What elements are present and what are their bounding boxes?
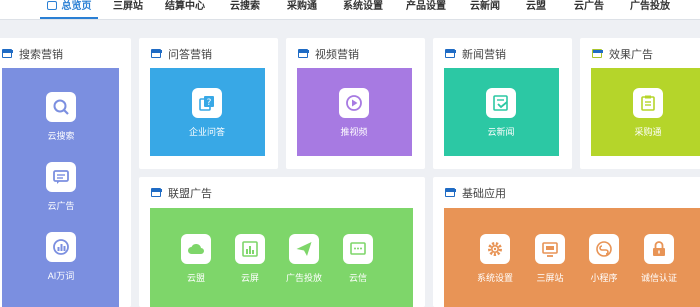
tile-label: 诚信认证 [640, 273, 677, 283]
tile-enterprise-qa[interactable]: ? 企业问答 [172, 88, 242, 138]
nav-item-label: 产品设置 [406, 1, 446, 12]
nav-item-three-screen[interactable]: 三屏站 [113, 0, 143, 19]
nav-item-cloud-alliance[interactable]: 云盟 [525, 0, 547, 19]
home-icon [46, 1, 57, 10]
tile-cloud-message[interactable]: 云信 [323, 234, 393, 284]
card-effect-ads: 效果广告 采购通 [580, 38, 700, 169]
card-title: 联盟广告 [168, 188, 212, 200]
card-header: 视频营销 [286, 38, 425, 68]
search-icon [46, 92, 76, 122]
card-header-icon [592, 49, 603, 58]
card-search-marketing: 搜索营销 云搜索 云广告 AI万词 [0, 38, 131, 307]
tile-ai-words[interactable]: AI万词 [26, 232, 96, 282]
card-title: 基础应用 [462, 188, 506, 200]
tile-label: 云广告 [47, 201, 75, 211]
play-icon [339, 88, 369, 118]
tile-cloud-search[interactable]: 云搜索 [26, 92, 96, 142]
nav-item-label: 广告投放 [630, 1, 670, 12]
nav-item-label: 结算中心 [165, 1, 205, 12]
card-title: 新闻营销 [462, 49, 506, 61]
nav-item-procurement[interactable]: 采购通 [287, 0, 317, 19]
card-qa-marketing: 问答营销 ? 企业问答 [139, 38, 278, 169]
svg-text:?: ? [207, 98, 212, 108]
card-news-marketing: 新闻营销 云新闻 [433, 38, 572, 169]
card-header: 效果广告 [580, 38, 700, 68]
nav-item-label: 云盟 [526, 1, 546, 12]
card-header: 联盟广告 [139, 177, 425, 207]
nav-item-label: 系统设置 [343, 1, 383, 12]
news-icon [486, 88, 516, 118]
card-title: 视频营销 [315, 49, 359, 61]
question-icon: ? [192, 88, 222, 118]
nav-item-label: 云搜索 [230, 1, 260, 12]
tile-label: 采购通 [634, 127, 662, 137]
search-panel: 云搜索 云广告 AI万词 [2, 68, 119, 307]
card-header: 基础应用 [433, 177, 700, 207]
card-header-icon [151, 188, 162, 197]
nav-item-label: 云新闻 [470, 1, 500, 12]
card-header-icon [298, 49, 309, 58]
nav-item-overview[interactable]: 总览页 [40, 0, 98, 19]
qa-panel: ? 企业问答 [150, 68, 265, 156]
card-header: 新闻营销 [433, 38, 572, 68]
tile-label: 云新闻 [487, 127, 515, 137]
card-alliance-ads: 联盟广告 云盟 云屏 广告投放 云信 [139, 177, 425, 307]
nav-item-system-settings[interactable]: 系统设置 [343, 0, 383, 19]
tile-label: 云搜索 [47, 131, 75, 141]
card-header: 问答营销 [139, 38, 278, 68]
card-title: 搜索营销 [19, 49, 63, 61]
card-header: 搜索营销 [0, 38, 131, 68]
nav-item-cloud-ads[interactable]: 云广告 [574, 0, 604, 19]
chat-icon [46, 162, 76, 192]
nav-item-label: 总览页 [61, 1, 92, 12]
lock-icon [644, 234, 674, 264]
card-title: 效果广告 [609, 49, 653, 61]
clipboard-icon [633, 88, 663, 118]
nav-item-settlement[interactable]: 结算中心 [165, 0, 205, 19]
tile-push-video[interactable]: 推视频 [319, 88, 389, 138]
effect-panel: 采购通 [591, 68, 700, 156]
nav-item-cloud-search[interactable]: 云搜索 [230, 0, 260, 19]
bar-chart-icon [46, 232, 76, 262]
card-header-icon [2, 49, 13, 58]
mini-program-icon [589, 234, 619, 264]
nav-item-cloud-news[interactable]: 云新闻 [470, 0, 500, 19]
tile-label: 企业问答 [188, 127, 225, 137]
video-panel: 推视频 [297, 68, 412, 156]
news-panel: 云新闻 [444, 68, 559, 156]
nav-item-label: 采购通 [287, 1, 317, 12]
cloud-icon [181, 234, 211, 264]
card-basic-apps: 基础应用 系统设置 三屏站 小程序 诚信认证 [433, 177, 700, 307]
nav-item-label: 云广告 [574, 1, 604, 12]
card-header-icon [445, 188, 456, 197]
alliance-panel: 云盟 云屏 广告投放 云信 [150, 208, 413, 307]
tile-integrity-cert[interactable]: 诚信认证 [624, 234, 694, 284]
message-icon [343, 234, 373, 264]
card-header-icon [445, 49, 456, 58]
tile-cloud-ads[interactable]: 云广告 [26, 162, 96, 212]
send-icon [289, 234, 319, 264]
monitor-icon [535, 234, 565, 264]
gear-icon [480, 234, 510, 264]
tile-procurement[interactable]: 采购通 [613, 88, 683, 138]
basic-panel: 系统设置 三屏站 小程序 诚信认证 [444, 208, 700, 307]
nav-item-label: 三屏站 [113, 1, 143, 12]
tile-cloud-news[interactable]: 云新闻 [466, 88, 536, 138]
card-title: 问答营销 [168, 49, 212, 61]
card-video-marketing: 视频营销 推视频 [286, 38, 425, 169]
top-nav: 总览页 三屏站 结算中心 云搜索 采购通 系统设置 产品设置 云新闻 云盟 云广… [0, 0, 700, 20]
tile-label: AI万词 [47, 271, 75, 281]
nav-item-ad-placement[interactable]: 广告投放 [630, 0, 670, 19]
nav-item-product-settings[interactable]: 产品设置 [406, 0, 446, 19]
card-header-icon [151, 49, 162, 58]
tile-label: 云信 [348, 273, 367, 283]
tile-label: 推视频 [340, 127, 368, 137]
screen-chart-icon [235, 234, 265, 264]
